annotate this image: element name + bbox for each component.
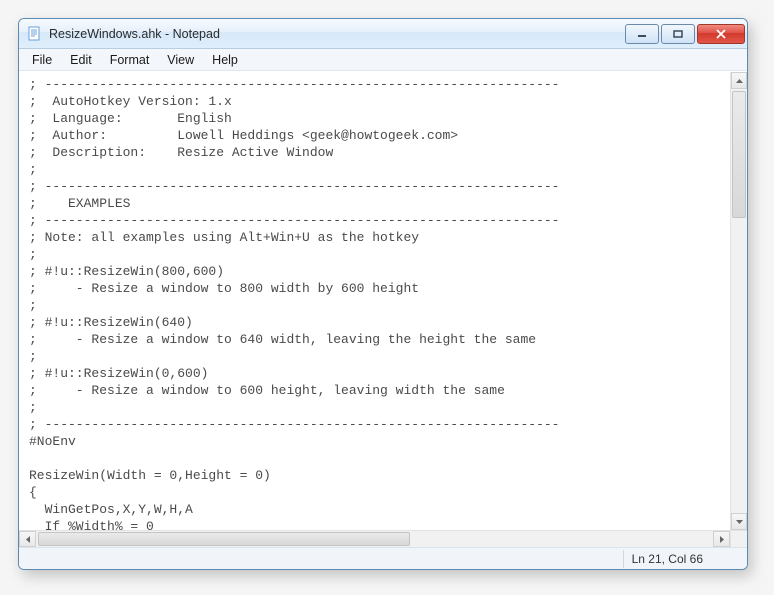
- scroll-right-button[interactable]: [713, 531, 730, 547]
- vertical-scrollbar[interactable]: [730, 72, 747, 530]
- horizontal-scroll-thumb[interactable]: [38, 532, 410, 546]
- minimize-icon: [637, 30, 647, 38]
- close-icon: [715, 29, 727, 39]
- chevron-up-icon: [736, 79, 743, 83]
- menu-edit[interactable]: Edit: [61, 51, 101, 69]
- minimize-button[interactable]: [625, 24, 659, 44]
- cursor-position: Ln 21, Col 66: [623, 550, 727, 568]
- horizontal-scrollbar[interactable]: [19, 530, 747, 547]
- menu-help[interactable]: Help: [203, 51, 247, 69]
- scroll-left-button[interactable]: [19, 531, 36, 547]
- maximize-icon: [673, 30, 683, 38]
- notepad-window: ResizeWindows.ahk - Notepad File Edit Fo…: [18, 18, 748, 570]
- menu-view[interactable]: View: [158, 51, 203, 69]
- scroll-up-button[interactable]: [731, 72, 747, 89]
- scroll-down-button[interactable]: [731, 513, 747, 530]
- scrollbar-corner: [730, 531, 747, 547]
- statusbar: Ln 21, Col 66: [19, 547, 747, 569]
- vertical-scroll-track[interactable]: [731, 89, 747, 513]
- window-title: ResizeWindows.ahk - Notepad: [49, 27, 623, 41]
- menu-file[interactable]: File: [23, 51, 61, 69]
- menubar: File Edit Format View Help: [19, 49, 747, 71]
- close-button[interactable]: [697, 24, 745, 44]
- text-editor[interactable]: ; --------------------------------------…: [19, 72, 730, 530]
- content-area: ; --------------------------------------…: [19, 71, 747, 530]
- horizontal-scroll-track[interactable]: [36, 531, 713, 547]
- vertical-scroll-thumb[interactable]: [732, 91, 746, 218]
- notepad-icon: [27, 26, 43, 42]
- chevron-left-icon: [26, 536, 30, 543]
- menu-format[interactable]: Format: [101, 51, 159, 69]
- chevron-down-icon: [736, 520, 743, 524]
- window-controls: [623, 24, 745, 44]
- maximize-button[interactable]: [661, 24, 695, 44]
- chevron-right-icon: [720, 536, 724, 543]
- titlebar[interactable]: ResizeWindows.ahk - Notepad: [19, 19, 747, 49]
